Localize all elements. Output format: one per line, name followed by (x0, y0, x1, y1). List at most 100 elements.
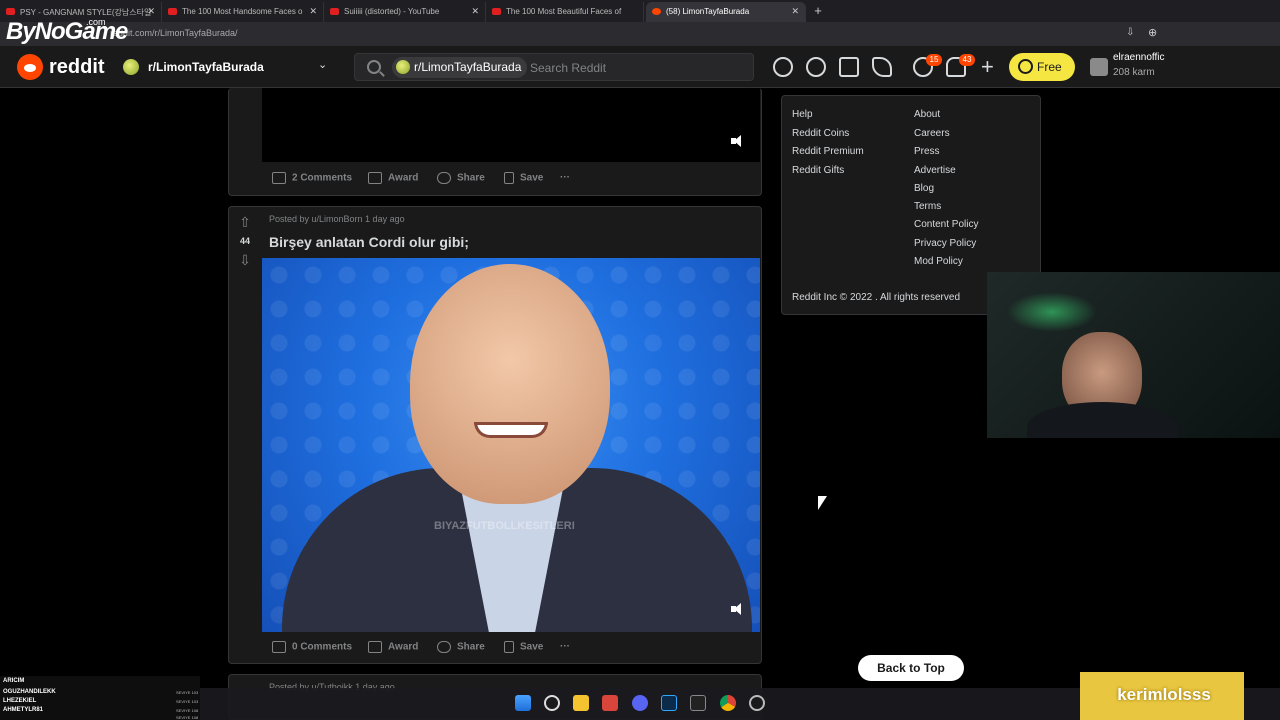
chrome-icon[interactable] (720, 695, 736, 711)
close-icon[interactable]: ✕ (791, 6, 799, 17)
post-video[interactable]: BIYAZFUTBOLLKESITLERI (262, 258, 760, 632)
community-switcher[interactable]: r/LimonTayfaBurada ⌄ (118, 54, 338, 80)
close-icon[interactable]: ✕ (309, 6, 317, 17)
post-video[interactable] (262, 88, 760, 162)
reddit-logo-icon[interactable] (17, 54, 43, 80)
link-reddit-premium[interactable]: Reddit Premium (792, 146, 864, 157)
link-reddit-coins[interactable]: Reddit Coins (792, 128, 849, 139)
install-icon[interactable]: ⇩ (1126, 27, 1134, 38)
zoom-icon[interactable]: ⊕ (1148, 26, 1157, 39)
link-press[interactable]: Press (914, 146, 940, 157)
link-terms[interactable]: Terms (914, 201, 941, 212)
close-icon[interactable]: ✕ (147, 6, 155, 17)
browser-tab-bar: PSY - GANGNAM STYLE(강남스타일 ✕ The 100 Most … (0, 0, 1280, 22)
popular-icon[interactable] (773, 57, 793, 77)
stream-chat-overlay: ARICIM OGUZHANDILEKK LHEZEKIEL AHMETYLR8… (0, 676, 200, 720)
bookmark-icon (504, 641, 514, 653)
award-button[interactable]: Award (368, 641, 418, 653)
post-title[interactable]: Birşey anlatan Cordi olur gibi; (269, 234, 469, 250)
browser-tab[interactable]: The 100 Most Beautiful Faces of (486, 2, 644, 22)
volume-icon[interactable] (730, 134, 746, 148)
stats-icon[interactable] (806, 57, 826, 77)
chat-user: AHMETYLR81 (3, 707, 44, 713)
award-label: Award (388, 172, 419, 184)
url-text[interactable]: reddit.com/r/LimonTayfaBurada/ (110, 28, 238, 38)
avatar[interactable] (1090, 58, 1108, 76)
search-input[interactable]: Search Reddit (530, 61, 606, 75)
link-about[interactable]: About (914, 109, 940, 120)
share-button[interactable]: Share (437, 172, 485, 184)
link-privacy-policy[interactable]: Privacy Policy (914, 238, 976, 249)
link-advertise[interactable]: Advertise (914, 165, 956, 176)
chevron-down-icon: ⌄ (318, 59, 328, 71)
tab-label: The 100 Most Beautiful Faces of (506, 7, 622, 16)
room-light (1007, 292, 1097, 332)
bookmark-icon (504, 172, 514, 184)
tab-label: (58) LimonTayfaBurada (666, 7, 750, 16)
link-help[interactable]: Help (792, 109, 813, 120)
volume-icon[interactable] (730, 602, 746, 616)
discord-icon[interactable] (632, 695, 648, 711)
folder-icon[interactable] (573, 695, 589, 711)
calendar-icon[interactable] (602, 695, 618, 711)
stream-watermark-suffix: .com (86, 17, 106, 27)
x-app-icon[interactable] (690, 695, 706, 711)
comments-label: 2 Comments (292, 172, 353, 184)
save-button[interactable]: Save (504, 641, 543, 653)
comment-icon (272, 641, 286, 653)
link-mod-policy[interactable]: Mod Policy (914, 256, 963, 267)
link-blog[interactable]: Blog (914, 183, 934, 194)
comments-button[interactable]: 0 Comments (272, 641, 352, 653)
downvote-icon[interactable]: ⇩ (237, 252, 253, 268)
browser-tab-active[interactable]: (58) LimonTayfaBurada ✕ (646, 2, 806, 22)
more-options-button[interactable]: ··· (560, 641, 570, 652)
gift-icon (368, 172, 382, 184)
link-careers[interactable]: Careers (914, 128, 950, 139)
search-icon[interactable] (544, 695, 560, 711)
more-options-button[interactable]: ··· (560, 172, 570, 183)
share-button[interactable]: Share (437, 641, 485, 653)
address-bar[interactable]: reddit.com/r/LimonTayfaBurada/ ⇩ ⊕ (0, 22, 1280, 46)
save-label: Save (520, 641, 544, 653)
chat-user: ARICIM (3, 678, 25, 684)
create-post-icon[interactable]: + (981, 54, 994, 80)
share-icon (437, 172, 451, 184)
search-bar[interactable]: r/LimonTayfaBurada Search Reddit (354, 53, 754, 81)
person-face (410, 264, 610, 504)
clock-app-icon[interactable] (749, 695, 765, 711)
video-icon[interactable] (839, 57, 859, 77)
streamer-name: kerimlolsss (1117, 685, 1211, 704)
youtube-icon (492, 8, 501, 15)
new-tab-button[interactable]: + (810, 3, 826, 19)
comments-button[interactable]: 2 Comments (272, 172, 352, 184)
chat-level: SEVIYE 108 (176, 708, 199, 713)
award-button[interactable]: Award (368, 172, 418, 184)
reddit-logo-text[interactable]: reddit (49, 56, 105, 79)
browser-tab[interactable]: The 100 Most Handsome Faces o ✕ (162, 2, 324, 22)
save-button[interactable]: Save (504, 172, 543, 184)
link-reddit-gifts[interactable]: Reddit Gifts (792, 165, 844, 176)
back-to-top-button[interactable]: Back to Top (858, 655, 964, 681)
windows-start-icon[interactable] (515, 695, 531, 711)
free-coins-button[interactable]: Free (1009, 53, 1075, 81)
chat-badge: 15 (926, 54, 942, 66)
chat-user: LHEZEKIEL (3, 698, 37, 704)
comments-label: 0 Comments (292, 641, 353, 653)
youtube-icon (6, 8, 15, 15)
search-community-chip[interactable]: r/LimonTayfaBurada (392, 57, 528, 78)
close-icon[interactable]: ✕ (471, 6, 479, 17)
reddit-icon (652, 8, 661, 15)
community-name: r/LimonTayfaBurada (148, 60, 264, 74)
share-icon (437, 641, 451, 653)
username[interactable]: elraennoffic (1113, 52, 1165, 63)
link-content-policy[interactable]: Content Policy (914, 219, 978, 230)
browser-tab[interactable]: Suiiiii (distorted) - YouTube ✕ (324, 2, 486, 22)
upvote-icon[interactable]: ⇧ (237, 214, 253, 230)
mouse-cursor-icon (818, 496, 827, 510)
chat-level: SEVIYE 108 (176, 715, 199, 720)
post-meta[interactable]: Posted by u/LimonBorn 1 day ago (269, 214, 405, 224)
photoshop-icon[interactable] (661, 695, 677, 711)
tab-label: The 100 Most Handsome Faces o (182, 7, 303, 16)
chat-level: SEVIYE 103 (176, 699, 199, 704)
community-avatar (396, 60, 410, 74)
